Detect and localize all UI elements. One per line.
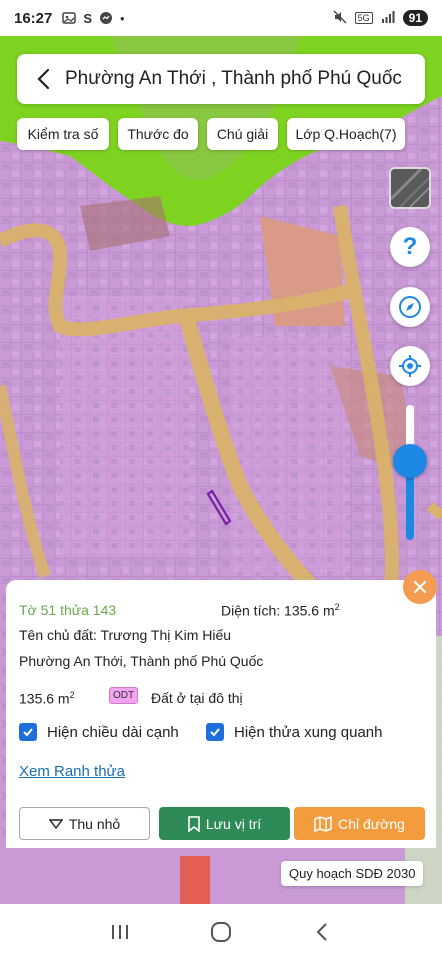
image-icon bbox=[62, 11, 77, 25]
status-time: 16:27 bbox=[14, 9, 53, 27]
close-icon bbox=[414, 581, 426, 593]
status-bar: 16:27 S • 5G 91 bbox=[0, 0, 442, 36]
directions-button[interactable]: Chỉ đường bbox=[294, 807, 425, 840]
back-button[interactable] bbox=[31, 65, 55, 93]
compass-button[interactable] bbox=[390, 287, 430, 327]
map-icon bbox=[314, 815, 332, 832]
planning-layers-button[interactable]: Lớp Q.Hoạch(7) bbox=[287, 118, 405, 150]
back-nav-button[interactable] bbox=[302, 917, 342, 947]
s-icon: S bbox=[83, 10, 93, 26]
show-neighbors-label: Hiện thửa xung quanh bbox=[234, 723, 383, 741]
view-boundary-link[interactable]: Xem Ranh thửa bbox=[19, 763, 125, 780]
owner-name: Tên chủ đất: Trương Thị Kim Hiếu bbox=[19, 627, 232, 643]
toolbar-chips: Kiểm tra số Thước đo Chú giải Lớp Q.Hoạc… bbox=[17, 118, 425, 150]
save-location-button[interactable]: Lưu vị trí bbox=[159, 807, 290, 840]
dot-icon: • bbox=[120, 10, 125, 26]
network-label: 5G bbox=[354, 12, 373, 24]
triangle-down-icon bbox=[48, 818, 63, 829]
show-edge-length-label: Hiện chiều dài cạnh bbox=[47, 723, 179, 741]
my-location-button[interactable] bbox=[390, 346, 430, 386]
checkmark-icon bbox=[206, 723, 224, 741]
satellite-thumbnail-icon bbox=[391, 169, 429, 207]
battery-badge: 91 bbox=[402, 10, 428, 26]
recents-icon bbox=[112, 925, 129, 939]
save-location-label: Lưu vị trí bbox=[205, 815, 262, 832]
area-label-text: Diện tích: 135.6 m bbox=[221, 602, 335, 619]
shrink-label: Thu nhỏ bbox=[68, 815, 121, 832]
back-icon bbox=[316, 923, 327, 941]
parcel-address: Phường An Thới, Thành phố Phú Quốc bbox=[19, 653, 264, 669]
ruler-button[interactable]: Thước đo bbox=[118, 118, 198, 150]
home-button[interactable] bbox=[201, 917, 241, 947]
messenger-icon bbox=[99, 11, 113, 25]
area-value-unit: 2 bbox=[69, 690, 75, 700]
signal-icon bbox=[381, 10, 395, 26]
area-value: 135.6 m2 bbox=[19, 690, 75, 707]
location-header: Phường An Thới , Thành phố Phú Quốc bbox=[17, 54, 425, 104]
show-edge-length-checkbox[interactable]: Hiện chiều dài cạnh bbox=[19, 723, 179, 741]
home-icon bbox=[210, 922, 231, 942]
shrink-button[interactable]: Thu nhỏ bbox=[19, 807, 150, 840]
status-right: 5G 91 bbox=[333, 10, 428, 27]
help-icon: ? bbox=[402, 233, 418, 260]
parcel-info-sheet: Tờ 51 thửa 143 Diện tích: 135.6 m2 Tên c… bbox=[6, 580, 436, 848]
sheet-parcel-number: Tờ 51 thửa 143 bbox=[19, 602, 117, 618]
recent-apps-button[interactable] bbox=[100, 917, 140, 947]
crosshair-icon bbox=[399, 355, 421, 377]
check-number-button[interactable]: Kiểm tra số bbox=[17, 118, 109, 150]
show-neighbors-checkbox[interactable]: Hiện thửa xung quanh bbox=[206, 723, 382, 741]
planning-year-badge[interactable]: Quy hoạch SDĐ 2030 bbox=[281, 861, 424, 886]
compass-icon bbox=[399, 296, 421, 318]
checkmark-icon bbox=[19, 723, 37, 741]
area-value-text: 135.6 m bbox=[19, 690, 70, 707]
bookmark-icon bbox=[188, 815, 200, 832]
chevron-left-icon bbox=[37, 68, 50, 90]
directions-label: Chỉ đường bbox=[338, 815, 405, 832]
land-code-badge: ODT bbox=[109, 687, 139, 704]
close-sheet-button[interactable] bbox=[403, 570, 437, 604]
area-label-unit: 2 bbox=[334, 602, 340, 612]
legend-button[interactable]: Chú giải bbox=[207, 118, 278, 150]
page-title: Phường An Thới , Thành phố Phú Quốc bbox=[65, 68, 402, 89]
zoom-slider-handle[interactable] bbox=[393, 444, 427, 478]
help-button[interactable]: ? bbox=[390, 227, 430, 267]
mute-icon bbox=[333, 10, 347, 27]
map-layer-toggle[interactable] bbox=[389, 167, 431, 209]
area-label: Diện tích: 135.6 m2 bbox=[221, 602, 340, 619]
land-use-label: Đất ở tại đô thị bbox=[151, 690, 243, 706]
system-nav-bar bbox=[0, 904, 442, 960]
